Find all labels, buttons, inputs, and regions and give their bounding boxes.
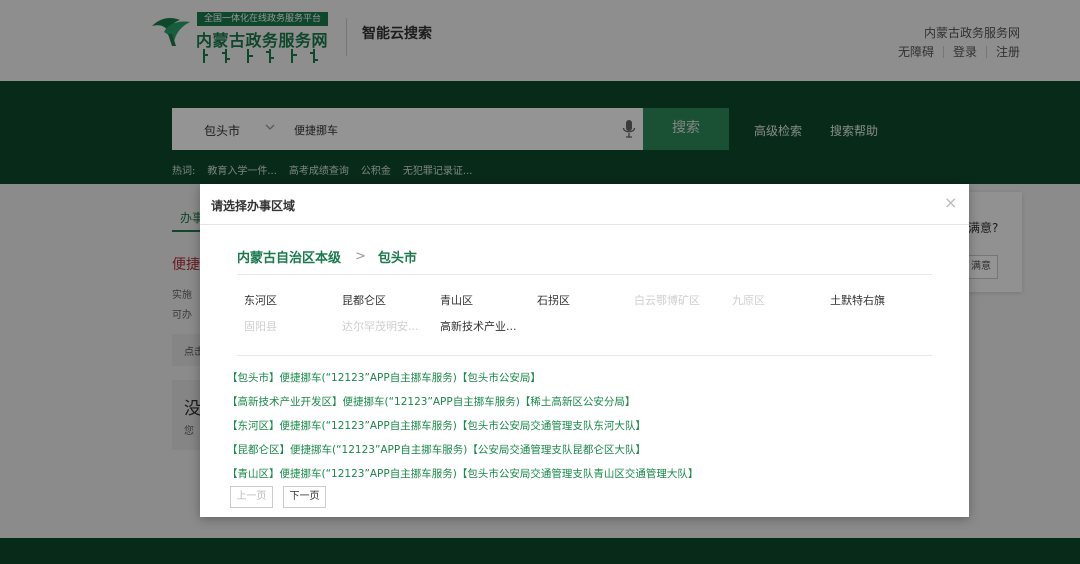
district-option[interactable]: 昆都仑区 xyxy=(342,292,386,308)
breadcrumb-arrow-icon: > xyxy=(355,249,366,264)
dialog-title: 请选择办事区域 xyxy=(211,199,296,213)
service-result-link[interactable]: 【包头市】便捷挪车(“12123”APP自主挪车服务)【包头市公安局】 xyxy=(227,370,541,385)
dialog-header: 请选择办事区域 × xyxy=(200,184,969,225)
previous-page-button[interactable]: 上一页 xyxy=(230,486,273,508)
breadcrumb-level-1[interactable]: 内蒙古自治区本级 xyxy=(237,247,341,266)
service-result-link[interactable]: 【东河区】便捷挪车(“12123”APP自主挪车服务)【包头市公安局交通管理支队… xyxy=(227,418,646,433)
close-icon[interactable]: × xyxy=(944,195,957,211)
district-option[interactable]: 石拐区 xyxy=(537,292,570,308)
district-option: 达尔罕茂明安... xyxy=(342,320,419,333)
divider xyxy=(237,274,932,275)
district-option: 白云鄂博矿区 xyxy=(634,294,700,307)
district-option[interactable]: 高新技术产业... xyxy=(440,318,517,334)
region-select-dialog: 请选择办事区域 × 内蒙古自治区本级 > 包头市 东河区 昆都仑区 青山区 石拐… xyxy=(200,184,969,517)
district-option: 九原区 xyxy=(732,294,765,307)
district-option[interactable]: 土默特右旗 xyxy=(830,292,885,308)
district-option[interactable]: 青山区 xyxy=(440,292,473,308)
district-option: 固阳县 xyxy=(244,320,277,333)
service-result-link[interactable]: 【高新技术产业开发区】便捷挪车(“12123”APP自主挪车服务)【稀土高新区公… xyxy=(227,394,635,409)
service-result-link[interactable]: 【青山区】便捷挪车(“12123”APP自主挪车服务)【包头市公安局交通管理支队… xyxy=(227,466,698,481)
breadcrumb-level-2[interactable]: 包头市 xyxy=(378,247,417,266)
district-option[interactable]: 东河区 xyxy=(244,292,277,308)
service-result-link[interactable]: 【昆都仑区】便捷挪车(“12123”APP自主挪车服务)【公安局交通管理支队昆都… xyxy=(227,442,646,457)
next-page-button[interactable]: 下一页 xyxy=(283,486,326,508)
divider xyxy=(237,355,932,356)
region-breadcrumb: 内蒙古自治区本级 > 包头市 xyxy=(237,247,417,266)
